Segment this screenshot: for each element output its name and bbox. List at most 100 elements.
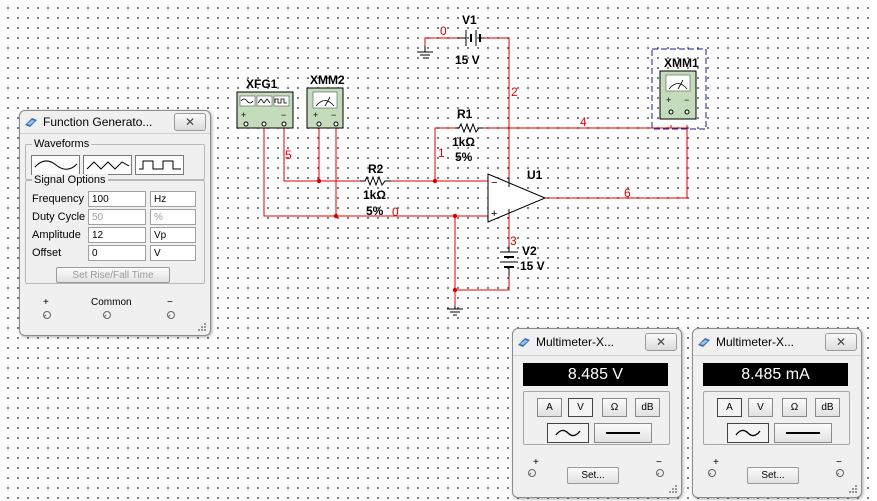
r2-value: 1kΩ — [363, 188, 386, 202]
r1-value: 1kΩ — [452, 135, 475, 149]
ammeter-mode-button[interactable]: A — [717, 398, 742, 417]
plus-terminal-icon[interactable] — [42, 310, 52, 320]
svg-text:−: − — [684, 95, 689, 105]
battery-v1[interactable] — [458, 30, 484, 46]
multisim-app-icon — [25, 118, 37, 127]
multimeter-xmm2[interactable]: + − — [306, 87, 344, 129]
minus-terminal-label: − — [167, 297, 173, 308]
window-titlebar[interactable]: Multimeter-X... ✕ — [693, 329, 861, 356]
resize-grip-icon[interactable] — [848, 484, 858, 494]
square-wave-icon — [138, 160, 181, 170]
plus-terminal-icon[interactable] — [707, 468, 717, 478]
common-terminal-icon[interactable] — [102, 310, 112, 320]
dc-coupling-button[interactable] — [594, 423, 652, 443]
function-generator-xfg1[interactable]: + − — [236, 91, 294, 129]
ammeter-mode-button[interactable]: A — [537, 398, 562, 417]
close-icon: ✕ — [184, 115, 196, 129]
set-button[interactable]: Set... — [747, 467, 799, 484]
offset-unit-select[interactable]: V — [150, 245, 196, 261]
svg-text:+: + — [491, 208, 497, 220]
square-wave-button[interactable] — [135, 155, 184, 175]
xmm1-ref: XMM1 — [664, 56, 699, 70]
amplitude-row: Amplitude 12 Vp — [32, 227, 196, 243]
window-titlebar[interactable]: Multimeter-X... ✕ — [513, 329, 681, 356]
dc-line-icon — [606, 432, 640, 434]
frequency-input[interactable]: 100 — [88, 191, 146, 207]
svg-text:−: − — [491, 177, 497, 189]
multimeter-xmm1[interactable]: + − — [659, 70, 697, 120]
amplitude-label: Amplitude — [32, 229, 81, 241]
plus-terminal-icon[interactable] — [527, 468, 537, 478]
minus-terminal-icon[interactable] — [835, 468, 845, 478]
ground-symbol-top — [417, 46, 433, 59]
u1-ref: U1 — [527, 168, 543, 182]
node-label-3: 3 — [510, 234, 517, 248]
triangle-wave-icon — [86, 161, 129, 170]
wire-node-2[interactable] — [484, 37, 510, 178]
set-button[interactable]: Set... — [567, 467, 619, 484]
plus-terminal-label: + — [533, 457, 539, 468]
reading-display: 8.485 V — [523, 363, 668, 386]
r1-tolerance: 5% — [455, 150, 473, 164]
offset-input[interactable]: 0 — [88, 245, 146, 261]
multisim-app-icon — [698, 338, 710, 347]
r2-ref: R2 — [368, 162, 384, 176]
frequency-unit-select[interactable]: Hz — [150, 191, 196, 207]
dc-coupling-button[interactable] — [774, 423, 832, 443]
close-button[interactable]: ✕ — [174, 113, 206, 131]
ac-wave-icon — [555, 429, 581, 437]
plus-terminal-label: + — [713, 457, 719, 468]
common-terminal-label: Common — [91, 297, 132, 308]
duty-cycle-row: Duty Cycle 50 % — [32, 209, 196, 225]
svg-text:−: − — [281, 110, 286, 120]
ac-coupling-button[interactable] — [727, 423, 769, 443]
resistor-r2[interactable] — [360, 175, 391, 187]
signal-options-group: Signal Options Frequency 100 Hz Duty Cyc… — [25, 174, 205, 284]
signal-options-label: Signal Options — [32, 174, 108, 186]
sine-wave-button[interactable] — [31, 155, 80, 175]
resistor-r1[interactable] — [455, 122, 483, 134]
window-titlebar[interactable]: Function Generato... ✕ — [20, 111, 210, 134]
plus-terminal-label: + — [43, 297, 49, 308]
amplitude-unit-select[interactable]: Vp — [150, 227, 196, 243]
mode-panel: A V Ω dB — [523, 391, 670, 445]
resize-grip-icon[interactable] — [668, 484, 678, 494]
multimeter-window-voltage: Multimeter-X... ✕ 8.485 V A V Ω dB + − S… — [512, 328, 682, 498]
close-button[interactable]: ✕ — [825, 333, 857, 351]
wire-node-0-v1[interactable] — [424, 37, 458, 46]
node-label-2: 2 — [511, 85, 518, 99]
decibel-mode-button[interactable]: dB — [635, 398, 660, 417]
battery-v2[interactable] — [500, 246, 518, 276]
ohmmeter-mode-button[interactable]: Ω — [602, 398, 627, 417]
svg-text:+: + — [313, 110, 318, 120]
ohmmeter-mode-button[interactable]: Ω — [782, 398, 807, 417]
node-label-0: 0 — [392, 205, 399, 219]
amplitude-input[interactable]: 12 — [88, 227, 146, 243]
node-label-6: 6 — [624, 186, 631, 200]
window-title: Multimeter-X... — [716, 335, 795, 349]
node-label-1: 1 — [438, 146, 445, 160]
v1-ref: V1 — [462, 13, 477, 27]
sine-wave-icon — [34, 160, 77, 170]
window-title: Multimeter-X... — [536, 335, 615, 349]
close-icon: ✕ — [835, 335, 847, 349]
voltmeter-mode-button[interactable]: V — [568, 398, 593, 417]
offset-label: Offset — [32, 247, 62, 259]
r2-tolerance: 5% — [366, 204, 384, 218]
minus-terminal-icon[interactable] — [166, 310, 176, 320]
resize-grip-icon[interactable] — [197, 322, 207, 332]
wire-node-6[interactable] — [545, 125, 688, 199]
voltmeter-mode-button[interactable]: V — [748, 398, 773, 417]
window-title: Function Generato... — [43, 115, 153, 129]
close-button[interactable]: ✕ — [645, 333, 677, 351]
multimeter-window-current: Multimeter-X... ✕ 8.485 mA A V Ω dB + − … — [692, 328, 862, 498]
wire-v2-neg[interactable] — [455, 276, 510, 291]
node-label-0-top: 0 — [440, 24, 447, 38]
ground-symbol-bottom — [447, 306, 463, 316]
decibel-mode-button[interactable]: dB — [815, 398, 840, 417]
wire-node-5[interactable] — [283, 128, 360, 182]
ac-coupling-button[interactable] — [547, 423, 589, 443]
minus-terminal-icon[interactable] — [655, 468, 665, 478]
triangle-wave-button[interactable] — [83, 155, 132, 175]
waveforms-label: Waveforms — [32, 138, 92, 150]
